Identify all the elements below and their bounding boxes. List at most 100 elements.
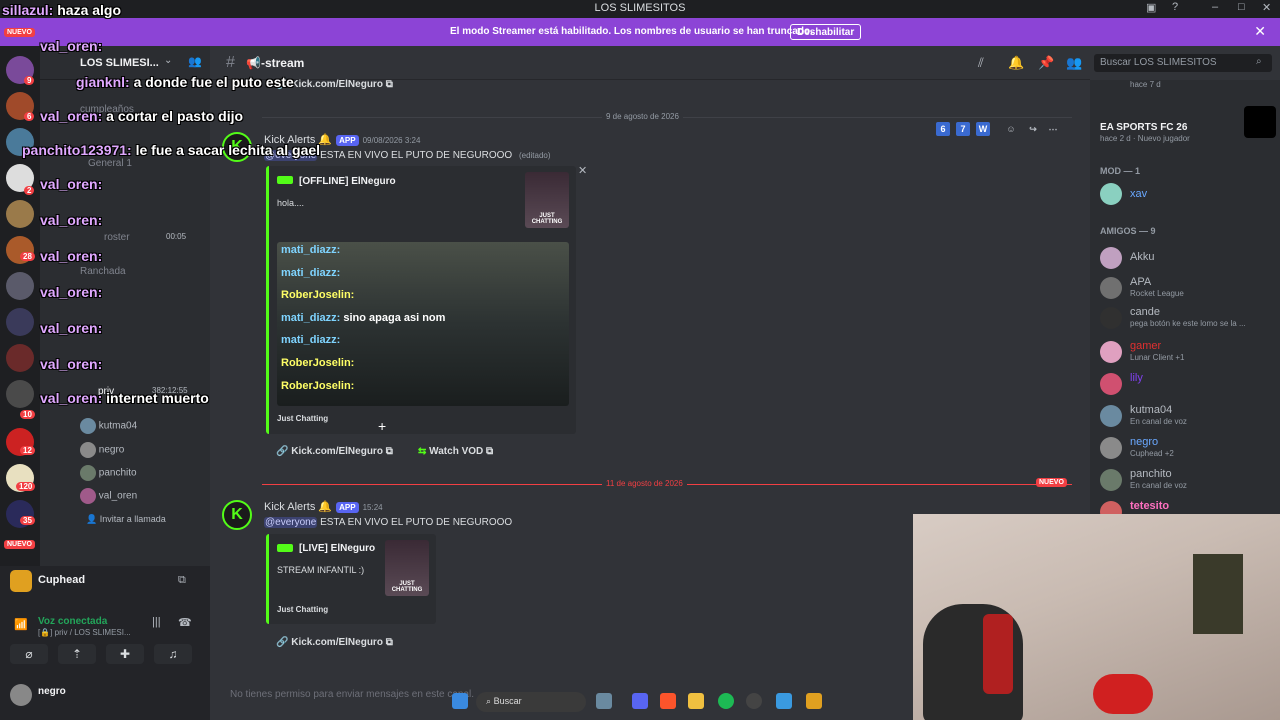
thumbnail[interactable]: JUST CHATTING [385, 540, 429, 596]
soundboard-button[interactable]: ♫ [154, 644, 192, 664]
disconnect-icon[interactable]: ☎ [178, 616, 192, 629]
voice-user[interactable]: kutma04 [80, 418, 137, 434]
member-status: Lunar Client +1 [1130, 353, 1185, 362]
reaction-badge[interactable]: 6 [936, 122, 950, 136]
avatar [1100, 307, 1122, 329]
more-options-icon[interactable]: ⋯ [1046, 122, 1060, 136]
member-item[interactable]: kutma04 En canal de voz [1100, 402, 1276, 428]
voice-user[interactable]: val_oren [80, 488, 137, 504]
external-link-icon: ⧉ [385, 637, 393, 648]
search-input[interactable]: Buscar LOS SLIMESITOS [1094, 54, 1272, 72]
unread-badge: 6 [24, 112, 35, 121]
members-icon[interactable]: 👥 [1066, 55, 1082, 71]
member-item[interactable]: gamer Lunar Client +1 [1100, 338, 1276, 364]
kick-link[interactable]: 🔗 Kick.com/ElNeguro ⧉ [276, 79, 393, 90]
minimize-icon[interactable]: – [1212, 1, 1218, 13]
watch-vod-button[interactable]: ⇆ Watch VOD ⧉ [418, 446, 493, 457]
pin-icon[interactable]: 📌 [1038, 55, 1054, 71]
everyone-mention[interactable]: @everyone [264, 517, 318, 528]
member-status: pega botón ke este lomo se la ... [1130, 319, 1246, 328]
reaction-badge[interactable]: W [976, 122, 990, 136]
server-icon[interactable] [6, 308, 34, 336]
banner-text: El modo Streamer está habilitado. Los no… [450, 26, 813, 37]
member-item[interactable]: panchito En canal de voz [1100, 466, 1276, 492]
activities-button[interactable]: ✚ [106, 644, 144, 664]
member-item[interactable]: APA Rocket League [1100, 274, 1276, 300]
chevron-down-icon[interactable]: ⌄ [164, 55, 172, 66]
close-banner-icon[interactable]: ✕ [1254, 23, 1266, 40]
everyone-mention[interactable]: @everyone [264, 150, 318, 161]
file-explorer-icon[interactable] [688, 693, 704, 709]
author-name[interactable]: Kick Alerts [264, 134, 315, 146]
activity-name: Cuphead [38, 574, 86, 586]
obs-icon[interactable] [746, 693, 762, 709]
server-icon[interactable] [6, 344, 34, 372]
brave-icon[interactable] [660, 693, 676, 709]
edge-icon[interactable] [776, 693, 792, 709]
cuphead-icon[interactable] [806, 693, 822, 709]
taskbar-search[interactable]: ⌕ Buscar [476, 692, 586, 712]
member-item[interactable]: Akku [1100, 244, 1276, 270]
embedded-chat-line: RoberJoselin: [281, 289, 354, 301]
bell-icon[interactable]: 🔔 [1008, 55, 1024, 71]
threads-icon[interactable]: ⫽ [978, 55, 984, 71]
close-window-icon[interactable]: ✕ [1262, 1, 1271, 14]
member-item[interactable]: lily [1100, 370, 1276, 396]
channel-item[interactable]: cumpleaños [80, 104, 134, 115]
bell-icon: 🔔 [318, 501, 333, 513]
author-name[interactable]: Kick Alerts [264, 501, 315, 513]
server-icon[interactable] [6, 128, 34, 156]
message-text: ESTA EN VIVO EL PUTO DE NEGUROOO [320, 517, 513, 528]
voice-channel-priv[interactable]: priv [98, 386, 114, 397]
server-icon[interactable] [6, 272, 34, 300]
kick-link[interactable]: 🔗 Kick.com/ElNeguro ⧉ [276, 446, 393, 457]
server-icon[interactable] [6, 200, 34, 228]
add-user-icon: 👤 [86, 514, 98, 524]
screen-share-icon[interactable]: ⧉ [178, 574, 186, 587]
voice-user[interactable]: negro [80, 442, 124, 458]
add-reaction-icon[interactable]: ☺ [1004, 122, 1018, 136]
kick-link[interactable]: 🔗 Kick.com/ElNeguro ⧉ [276, 637, 393, 648]
add-member-icon[interactable]: 👥 [188, 55, 202, 68]
member-item[interactable]: cande pega botón ke este lomo se la ... [1100, 304, 1276, 330]
close-embed-icon[interactable]: ✕ [578, 164, 587, 177]
server-header[interactable]: LOS SLIMESI... ⌄ 👥 [40, 46, 210, 80]
inbox-icon[interactable]: ▣ [1146, 1, 1156, 14]
voice-connected-status[interactable]: Voz conectada [38, 616, 107, 627]
camera-off-button[interactable]: ⌀ [10, 644, 48, 664]
embed-image[interactable]: mati_diazz: mati_diazz: RoberJoselin: mati_… [277, 242, 569, 406]
channel-item[interactable]: Ranchada [80, 266, 126, 277]
windows-start-icon[interactable] [452, 693, 468, 709]
spotify-icon[interactable] [718, 693, 734, 709]
avatar[interactable] [10, 684, 32, 706]
kick-alerts-avatar[interactable]: K [222, 132, 252, 162]
embedded-chat-text: sino apaga asi nom [340, 311, 446, 324]
unread-badge: 120 [16, 482, 36, 491]
game-activity[interactable]: EA SPORTS FC 26 hace 2 d · Nuevo jugador [1100, 102, 1276, 143]
help-icon[interactable]: ? [1172, 1, 1178, 13]
weather-icon[interactable] [596, 693, 612, 709]
channel-item[interactable]: roster [104, 232, 130, 243]
forward-icon[interactable]: ↪ [1026, 122, 1040, 136]
invite-to-call-button[interactable]: 👤 Invitar a llamada [86, 514, 166, 525]
member-name: cande [1130, 306, 1160, 318]
disable-streamer-button[interactable]: Deshabilitar [790, 24, 862, 40]
server-icon[interactable] [6, 380, 34, 408]
member-item[interactable]: negro Cuphead +2 [1100, 434, 1276, 460]
embed-title[interactable]: [OFFLINE] ElNeguro [299, 176, 396, 187]
maximize-icon[interactable]: □ [1238, 1, 1245, 13]
channel-item[interactable]: General 1 [88, 158, 132, 169]
thumbnail-label: JUST CHATTING [391, 581, 423, 593]
voice-user-name: negro [98, 444, 125, 456]
avatar [80, 488, 96, 504]
reaction-badge[interactable]: 7 [956, 122, 970, 136]
noise-suppression-icon[interactable]: ||| [152, 616, 161, 628]
member-item[interactable]: xav [1100, 180, 1276, 206]
share-screen-button[interactable]: ⇡ [58, 644, 96, 664]
discord-icon[interactable] [632, 693, 648, 709]
kick-alerts-avatar[interactable]: K [222, 500, 252, 530]
embed-title[interactable]: [LIVE] ElNeguro [299, 543, 375, 554]
thumbnail[interactable]: JUST CHATTING [525, 172, 569, 228]
voice-user[interactable]: panchito [80, 465, 137, 481]
timestamp: 15:24 [362, 503, 383, 512]
